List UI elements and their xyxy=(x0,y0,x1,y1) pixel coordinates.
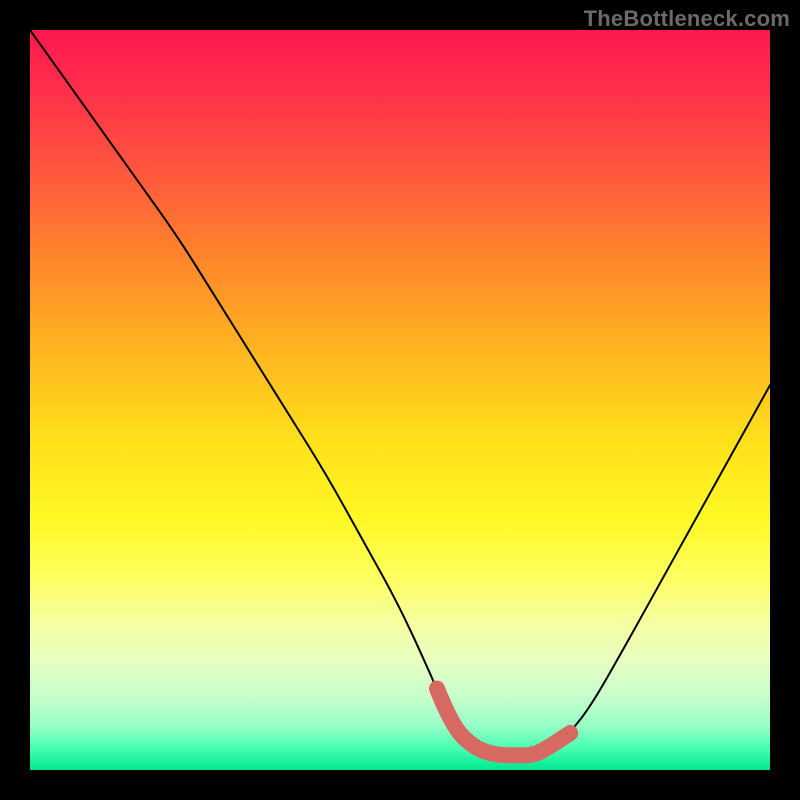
bottleneck-curve xyxy=(30,30,770,755)
plot-area xyxy=(30,30,770,770)
chart-frame: TheBottleneck.com xyxy=(0,0,800,800)
curve-svg xyxy=(30,30,770,770)
optimal-range-highlight xyxy=(437,689,570,756)
watermark-text: TheBottleneck.com xyxy=(584,6,790,32)
